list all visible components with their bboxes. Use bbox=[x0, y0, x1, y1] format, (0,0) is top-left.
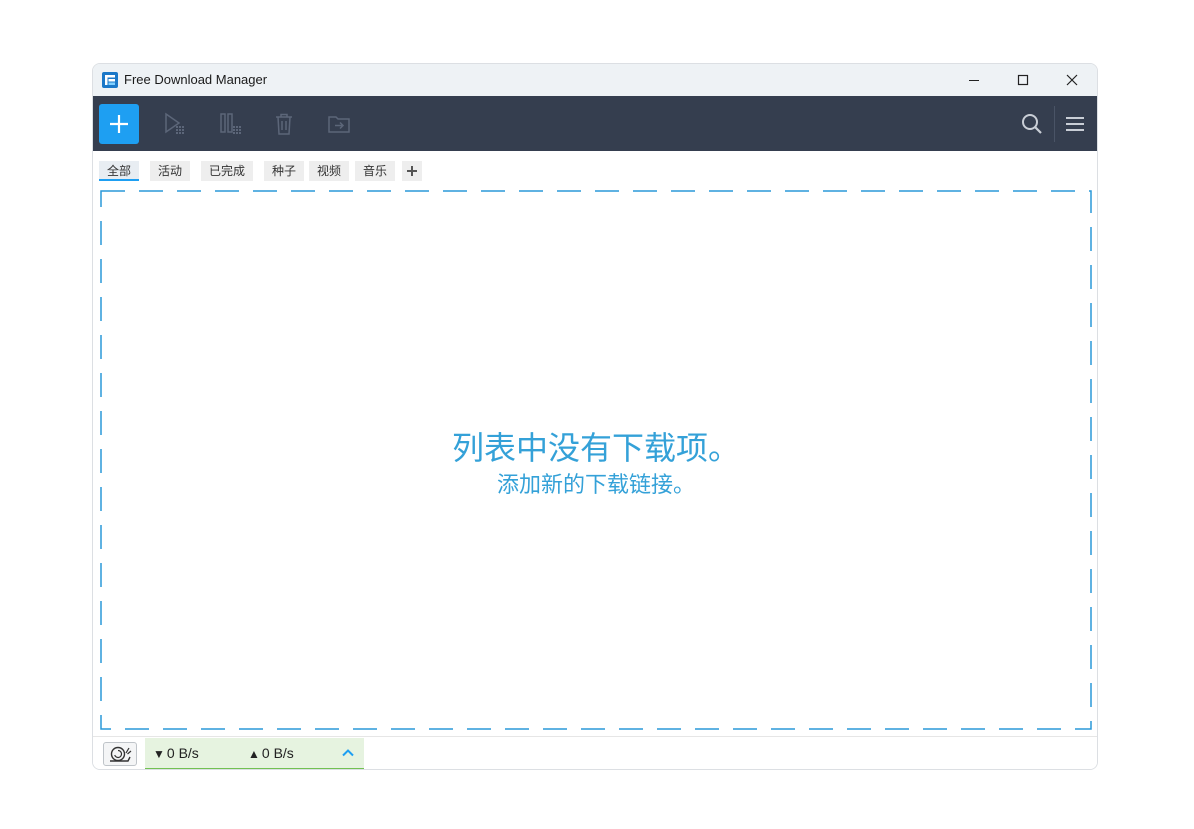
upload-speed-value: 0 B/s bbox=[261, 745, 294, 761]
minimize-icon bbox=[969, 80, 979, 81]
plus-icon bbox=[407, 166, 417, 176]
upload-arrow-icon: ▲ bbox=[248, 747, 260, 761]
delete-button[interactable] bbox=[270, 110, 298, 138]
minimize-button[interactable] bbox=[950, 64, 998, 96]
maximize-icon bbox=[1017, 74, 1029, 86]
tab-completed[interactable]: 已完成 bbox=[201, 161, 254, 181]
trash-icon bbox=[276, 113, 292, 135]
move-button[interactable] bbox=[325, 110, 353, 138]
folder-move-icon bbox=[328, 116, 350, 133]
snail-mode-button[interactable] bbox=[103, 742, 137, 766]
add-tab-button[interactable] bbox=[402, 161, 422, 181]
close-icon bbox=[1066, 74, 1078, 86]
download-speed-value: 0 B/s bbox=[166, 745, 199, 761]
upload-speed: ▲ 0 B/s bbox=[248, 745, 294, 761]
toolbar-divider bbox=[1054, 106, 1055, 142]
empty-list-title: 列表中没有下载项。 bbox=[451, 429, 740, 467]
download-drop-zone[interactable]: 列表中没有下载项。 添加新的下载链接。 bbox=[100, 190, 1092, 730]
maximize-button[interactable] bbox=[999, 64, 1047, 96]
pause-button[interactable] bbox=[217, 110, 245, 138]
menu-icon bbox=[1066, 117, 1084, 131]
play-icon bbox=[165, 112, 184, 134]
tab-video[interactable]: 视频 bbox=[309, 161, 350, 181]
tab-active[interactable]: 活动 bbox=[150, 161, 191, 181]
tab-torrents[interactable]: 种子 bbox=[264, 161, 305, 181]
search-icon bbox=[1022, 114, 1042, 134]
speed-panel[interactable]: ▼ 0 B/s ▲ 0 B/s bbox=[145, 738, 364, 769]
add-download-button[interactable] bbox=[99, 104, 139, 144]
snail-icon bbox=[110, 746, 132, 762]
status-bar: ▼ 0 B/s ▲ 0 B/s bbox=[93, 736, 1097, 769]
download-speed: ▼ 0 B/s bbox=[153, 745, 199, 761]
tab-all[interactable]: 全部 bbox=[99, 161, 140, 181]
chevron-up-icon[interactable] bbox=[341, 746, 355, 760]
window-title: Free Download Manager bbox=[124, 72, 268, 87]
fdm-logo-icon bbox=[102, 72, 118, 88]
download-arrow-icon: ▼ bbox=[153, 747, 165, 761]
search-button[interactable] bbox=[1018, 110, 1046, 138]
tab-music[interactable]: 音乐 bbox=[355, 161, 396, 181]
title-bar: Free Download Manager bbox=[93, 64, 1097, 96]
app-window: Free Download Manager 全部 活动 已完成 种子 视频 音乐… bbox=[92, 63, 1098, 770]
resume-button[interactable] bbox=[161, 110, 189, 138]
main-menu-button[interactable] bbox=[1061, 110, 1089, 138]
toolbar bbox=[93, 96, 1097, 151]
close-button[interactable] bbox=[1048, 64, 1096, 96]
plus-icon bbox=[110, 115, 128, 133]
add-new-link-hint: 添加新的下载链接。 bbox=[496, 473, 695, 498]
pause-icon bbox=[220, 113, 241, 134]
